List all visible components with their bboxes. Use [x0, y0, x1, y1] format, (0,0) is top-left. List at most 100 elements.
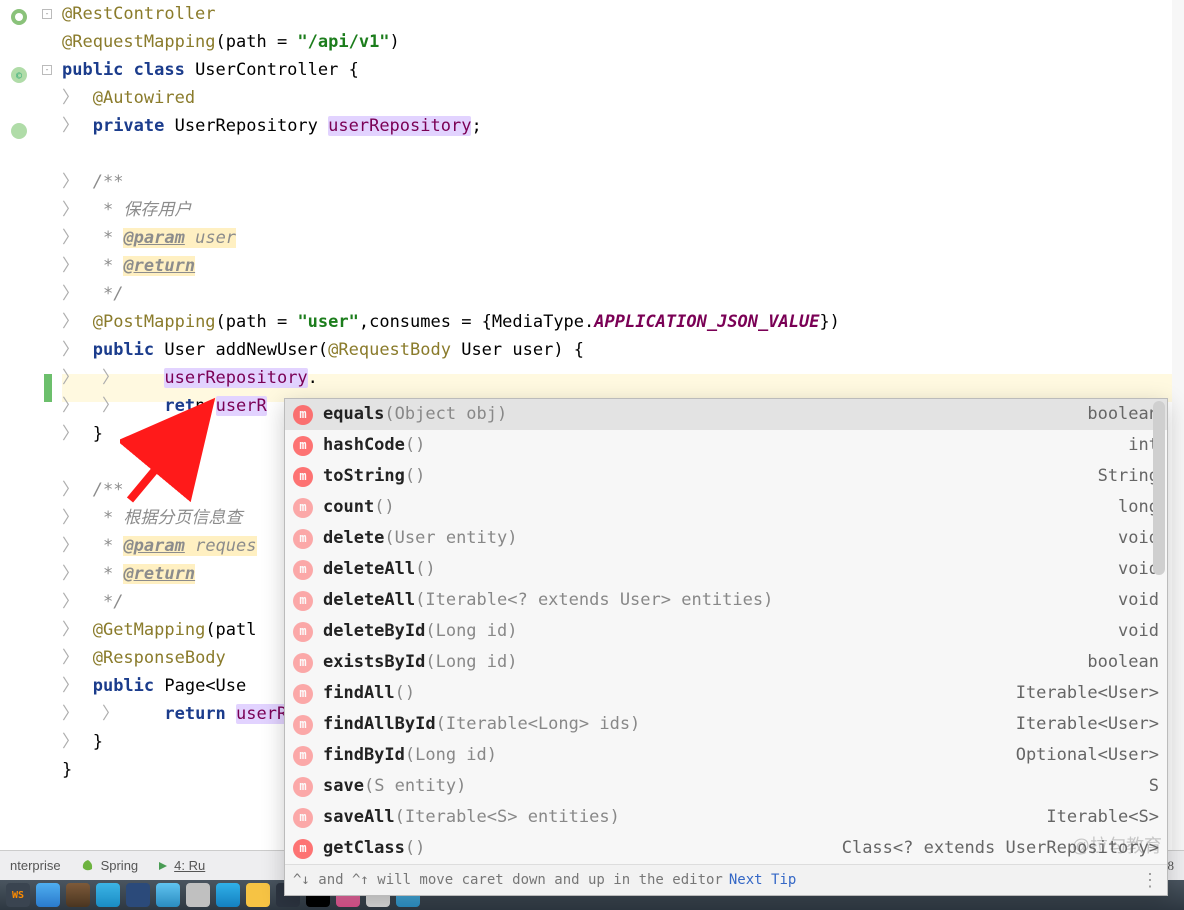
bean-icon-2 [10, 122, 28, 140]
popup-footer: ^↓ and ^↑ will move caret down and up in… [285, 864, 1167, 895]
completion-params: (Long id) [405, 740, 497, 771]
completion-name: findAll [323, 678, 395, 709]
code-line[interactable]: 〉 * @return [62, 252, 1184, 280]
completion-name: count [323, 492, 374, 523]
code-line[interactable]: 〉 * @param user [62, 224, 1184, 252]
run-tab[interactable]: 4: Ru [148, 858, 215, 873]
method-badge: m [293, 591, 313, 611]
completion-name: findAllById [323, 709, 436, 740]
completion-return-type: boolean [1087, 399, 1159, 430]
completion-params: () [405, 833, 425, 864]
completion-return-type: String [1098, 461, 1159, 492]
code-line[interactable]: 〉 @PostMapping(path = "user",consumes = … [62, 308, 1184, 336]
completion-name: findById [323, 740, 405, 771]
code-line[interactable]: 〉 public User addNewUser(@RequestBody Us… [62, 336, 1184, 364]
method-badge: m [293, 839, 313, 859]
completion-params: (Object obj) [384, 399, 507, 430]
right-gutter[interactable] [1172, 0, 1184, 910]
dock-app-icon[interactable] [36, 883, 60, 907]
dock-app-icon[interactable] [186, 883, 210, 907]
completion-item[interactable]: mdeleteAll()void [285, 554, 1167, 585]
next-tip-link[interactable]: Next Tip [729, 865, 796, 896]
dock-app-icon[interactable] [96, 883, 120, 907]
dock-app-icon[interactable] [126, 883, 150, 907]
completion-return-type: void [1118, 585, 1159, 616]
completion-return-type: Optional<User> [1016, 740, 1159, 771]
completion-item[interactable]: m saveAll(Iterable<S> entities) Iterable<S… [285, 802, 1167, 833]
completion-name: existsById [323, 647, 425, 678]
dock-app-icon[interactable] [216, 883, 240, 907]
completion-item[interactable]: mdeleteById(Long id)void [285, 616, 1167, 647]
completion-item[interactable]: mdeleteAll(Iterable<? extends User> enti… [285, 585, 1167, 616]
popup-footer-text: ^↓ and ^↑ will move caret down and up in… [293, 865, 723, 896]
method-badge: m [293, 498, 313, 518]
completion-item[interactable]: m toString() String [285, 461, 1167, 492]
play-icon [158, 861, 168, 871]
completion-params: (S entity) [364, 771, 466, 802]
code-line[interactable] [62, 140, 1184, 168]
completion-params: () [405, 461, 425, 492]
code-line[interactable]: @RestController [62, 0, 1184, 28]
method-badge: m [293, 808, 313, 828]
dock-app-icon[interactable] [66, 883, 90, 907]
fold-icon[interactable]: - [42, 9, 52, 19]
code-line[interactable]: public class UserController { [62, 56, 1184, 84]
method-badge: m [293, 653, 313, 673]
completion-item[interactable]: m existsById(Long id) boolean [285, 647, 1167, 678]
completion-item[interactable]: mhashCode()int [285, 430, 1167, 461]
completion-params: () [405, 430, 425, 461]
method-badge: m [293, 467, 313, 487]
class-icon [10, 8, 28, 26]
popup-scrollbar[interactable] [1153, 401, 1165, 575]
completion-name: save [323, 771, 364, 802]
completion-item[interactable]: mfindAllById(Iterable<Long> ids)Iterable… [285, 709, 1167, 740]
completion-return-type: Iterable<User> [1016, 678, 1159, 709]
completion-item[interactable]: mgetClass()Class<? extends UserRepositor… [285, 833, 1167, 864]
method-badge: m [293, 777, 313, 797]
spring-tab[interactable]: Spring [71, 858, 149, 873]
dock-app-ws[interactable]: WS [6, 883, 30, 907]
code-line[interactable]: 〉 */ [62, 280, 1184, 308]
code-line[interactable]: 〉 private UserRepository userRepository; [62, 112, 1184, 140]
completion-params: (Long id) [425, 647, 517, 678]
completion-name: hashCode [323, 430, 405, 461]
completion-return-type: S [1149, 771, 1159, 802]
completion-item[interactable]: mfindAll()Iterable<User> [285, 678, 1167, 709]
completion-item[interactable]: mcount()long [285, 492, 1167, 523]
completion-item[interactable]: mdelete(User entity)void [285, 523, 1167, 554]
enterprise-tab[interactable]: nterprise [0, 858, 71, 873]
code-line[interactable]: 〉 @Autowired [62, 84, 1184, 112]
completion-params: (Iterable<Long> ids) [436, 709, 641, 740]
completion-item[interactable]: m findById(Long id) Optional<User> [285, 740, 1167, 771]
method-badge: m [293, 529, 313, 549]
completion-item[interactable]: msave(S entity) S [285, 771, 1167, 802]
completion-params: () [395, 678, 415, 709]
completion-params: (User entity) [384, 523, 517, 554]
code-line[interactable]: 〉 * 保存用户 [62, 196, 1184, 224]
completion-name: deleteAll [323, 554, 415, 585]
method-badge: m [293, 622, 313, 642]
completion-return-type: boolean [1087, 647, 1159, 678]
completion-popup[interactable]: mequals(Object obj)booleanmhashCode()int… [284, 398, 1168, 896]
fold-icon[interactable]: - [42, 65, 52, 75]
code-line[interactable]: 〉 /** [62, 168, 1184, 196]
dock-app-icon[interactable] [156, 883, 180, 907]
completion-item[interactable]: mequals(Object obj)boolean [285, 399, 1167, 430]
dock-app-icon[interactable] [246, 883, 270, 907]
editor-pane[interactable]: © - - @RestController @RequestMapping(pa… [0, 0, 1184, 910]
completion-params: (Long id) [425, 616, 517, 647]
folding-gutter[interactable]: - - [36, 0, 62, 910]
completion-params: (Iterable<S> entities) [395, 802, 620, 833]
completion-name: deleteById [323, 616, 425, 647]
completion-return-type: Iterable<User> [1016, 709, 1159, 740]
bean-icon-1: © [10, 66, 28, 84]
completion-name: equals [323, 399, 384, 430]
completion-name: saveAll [323, 802, 395, 833]
code-line[interactable]: @RequestMapping(path = "/api/v1") [62, 28, 1184, 56]
annotation-arrow [120, 380, 240, 510]
method-badge: m [293, 746, 313, 766]
completion-name: toString [323, 461, 405, 492]
method-badge: m [293, 436, 313, 456]
completion-return-type: Iterable<S> [1046, 802, 1159, 833]
completion-name: deleteAll [323, 585, 415, 616]
